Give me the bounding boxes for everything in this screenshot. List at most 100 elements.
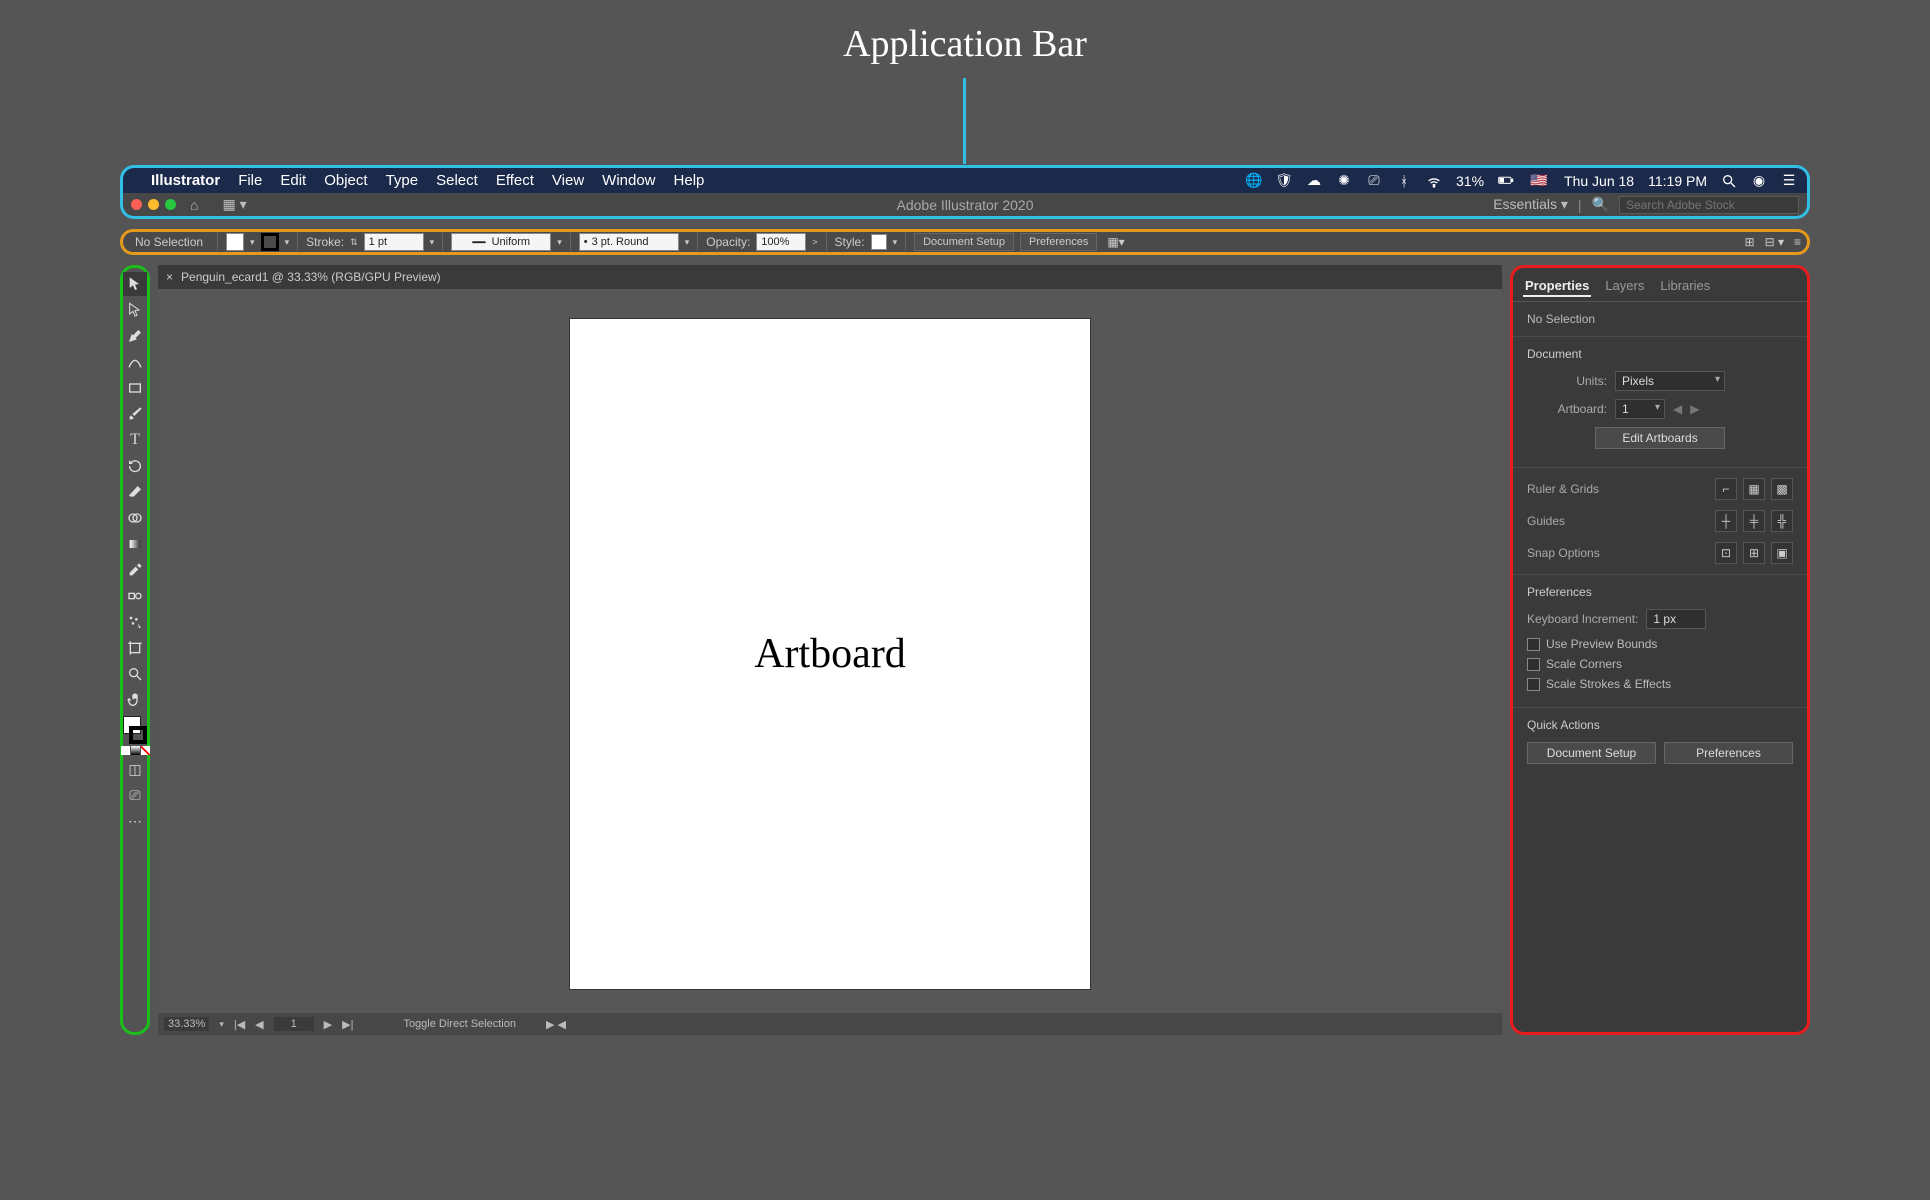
paintbrush-tool[interactable] [123, 402, 147, 426]
drawing-mode-icon[interactable]: ◫ [123, 757, 147, 781]
artboard-nav-current[interactable]: 1 [274, 1017, 314, 1031]
show-guides-icon[interactable]: ┼ [1715, 510, 1737, 532]
qa-document-setup-button[interactable]: Document Setup [1527, 742, 1656, 764]
scale-strokes-checkbox[interactable] [1527, 678, 1540, 691]
color-mode-none[interactable] [141, 746, 150, 755]
snap-point-icon[interactable]: ⊡ [1715, 542, 1737, 564]
artboard-nav-prev[interactable]: ◀ [255, 1018, 263, 1031]
zoom-dd[interactable]: ▾ [219, 1019, 224, 1030]
pen-tool[interactable] [123, 324, 147, 348]
curvature-tool[interactable] [123, 350, 147, 374]
document-setup-button[interactable]: Document Setup [914, 233, 1014, 251]
menu-select[interactable]: Select [436, 172, 478, 189]
artboard-tool[interactable] [123, 636, 147, 660]
shield-icon[interactable]: 🛡 [1276, 173, 1292, 189]
display-icon[interactable]: ⎚ [1366, 173, 1382, 189]
siri-icon[interactable]: ◉ [1751, 173, 1767, 189]
status-nav[interactable]: ▶ ◀ [546, 1018, 566, 1031]
snap-pixel-icon[interactable]: ▣ [1771, 542, 1793, 564]
arrange-documents-icon[interactable]: ▦ ▾ [222, 196, 246, 213]
canvas[interactable]: Artboard [158, 289, 1502, 1013]
opacity-dd[interactable]: > [812, 237, 817, 247]
cloud-icon[interactable]: ☁ [1306, 173, 1322, 189]
menu-help[interactable]: Help [674, 172, 705, 189]
zoom-level[interactable]: 33.33% [164, 1017, 209, 1031]
brush-dd[interactable]: ▾ [685, 237, 690, 248]
flag-icon[interactable]: 🇺🇸 [1528, 173, 1550, 189]
snap-grid-icon[interactable]: ⊞ [1743, 542, 1765, 564]
workspace-switcher[interactable]: Essentials ▾ [1493, 196, 1568, 213]
hand-tool[interactable] [123, 688, 147, 712]
date[interactable]: Thu Jun 18 [1564, 173, 1634, 189]
scale-corners-checkbox[interactable] [1527, 658, 1540, 671]
edit-artboards-button[interactable]: Edit Artboards [1595, 427, 1725, 449]
notification-center-icon[interactable]: ☰ [1781, 173, 1797, 189]
use-preview-bounds-checkbox[interactable] [1527, 638, 1540, 651]
gradient-tool[interactable] [123, 532, 147, 556]
qa-preferences-button[interactable]: Preferences [1664, 742, 1793, 764]
artboard-nav-last[interactable]: ▶| [342, 1018, 353, 1031]
artboard-prev-icon[interactable]: ◀ [1673, 402, 1682, 416]
menu-view[interactable]: View [552, 172, 584, 189]
grid-icon[interactable]: ▦ [1743, 478, 1765, 500]
battery-icon[interactable] [1498, 173, 1514, 189]
menu-edit[interactable]: Edit [280, 172, 306, 189]
app-name[interactable]: Illustrator [151, 172, 220, 189]
fill-stroke-control[interactable] [123, 716, 147, 744]
blend-tool[interactable] [123, 584, 147, 608]
keyboard-increment-input[interactable]: 1 px [1646, 609, 1706, 629]
stroke-swatch[interactable] [261, 233, 279, 251]
screen-mode-icon[interactable]: ⎚ [123, 783, 147, 807]
shapebuilder-tool[interactable] [123, 506, 147, 530]
menu-window[interactable]: Window [602, 172, 655, 189]
edit-toolbar-icon[interactable]: ⋯ [123, 809, 147, 833]
menu-file[interactable]: File [238, 172, 262, 189]
close-tab-icon[interactable]: × [166, 270, 173, 284]
fan-icon[interactable]: ✺ [1336, 173, 1352, 189]
menu-type[interactable]: Type [386, 172, 419, 189]
preferences-button[interactable]: Preferences [1020, 233, 1097, 251]
eyedropper-tool[interactable] [123, 558, 147, 582]
artboard[interactable]: Artboard [570, 319, 1090, 989]
tab-libraries[interactable]: Libraries [1658, 276, 1712, 297]
type-tool[interactable]: T [123, 428, 147, 452]
rectangle-tool[interactable] [123, 376, 147, 400]
stroke-weight-dd[interactable]: ▾ [430, 237, 435, 248]
tab-properties[interactable]: Properties [1523, 276, 1591, 297]
menu-object[interactable]: Object [324, 172, 367, 189]
home-icon[interactable]: ⌂ [190, 197, 198, 213]
search-stock-input[interactable] [1619, 196, 1799, 214]
smart-guides-icon[interactable]: ╬ [1771, 510, 1793, 532]
stroke-weight-input[interactable]: 1 pt [364, 233, 424, 251]
stroke-color[interactable] [129, 726, 147, 744]
tab-layers[interactable]: Layers [1603, 276, 1646, 297]
wifi-icon[interactable] [1426, 173, 1442, 189]
lock-guides-icon[interactable]: ╪ [1743, 510, 1765, 532]
ruler-icon[interactable]: ⌐ [1715, 478, 1737, 500]
spotlight-icon[interactable] [1721, 173, 1737, 189]
fill-swatch[interactable] [226, 233, 244, 251]
maximize-window-icon[interactable] [165, 199, 176, 210]
artboard-nav-first[interactable]: |◀ [234, 1018, 245, 1031]
brush-definition[interactable]: • 3 pt. Round [579, 233, 679, 251]
color-mode-color[interactable] [121, 746, 130, 755]
close-window-icon[interactable] [131, 199, 142, 210]
symbol-sprayer-tool[interactable] [123, 610, 147, 634]
icon-1[interactable]: ⊞ [1745, 235, 1755, 249]
icon-2[interactable]: ⊟ ▾ [1765, 235, 1784, 249]
fill-dropdown[interactable]: ▾ [250, 237, 255, 248]
direct-selection-tool[interactable] [123, 298, 147, 322]
eraser-tool[interactable] [123, 480, 147, 504]
bluetooth-icon[interactable]: ᚼ [1396, 173, 1412, 189]
color-mode-selector[interactable] [121, 746, 150, 755]
stroke-dropdown[interactable]: ▾ [285, 237, 290, 248]
align-to-icon[interactable]: ▦▾ [1107, 235, 1124, 249]
artboard-select[interactable]: 1 [1615, 399, 1665, 419]
minimize-window-icon[interactable] [148, 199, 159, 210]
selection-tool[interactable] [123, 272, 147, 296]
stroke-profile-dd[interactable]: ▾ [557, 237, 562, 248]
stroke-stepper[interactable]: ⇅ [350, 237, 358, 248]
document-tab[interactable]: × Penguin_ecard1 @ 33.33% (RGB/GPU Previ… [158, 265, 1502, 289]
style-dd[interactable]: ▾ [893, 237, 898, 248]
graphic-style[interactable] [871, 234, 887, 250]
